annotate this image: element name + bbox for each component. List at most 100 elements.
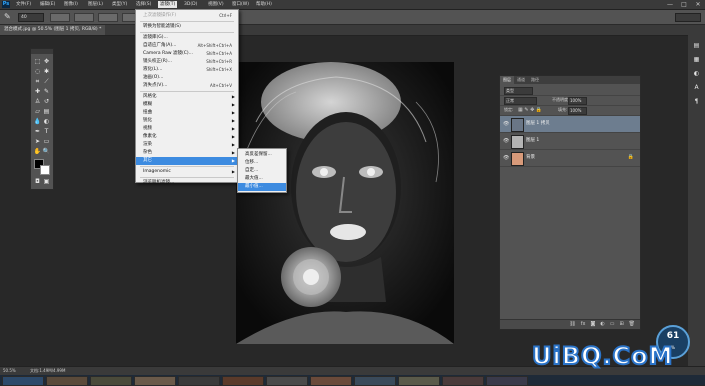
path-select-tool-icon[interactable]: ➤ [33, 137, 42, 146]
fill-input[interactable]: 100% [568, 107, 587, 115]
option-button[interactable] [74, 13, 94, 22]
menu-item[interactable]: 图像(I) [62, 1, 80, 8]
menu-item[interactable]: 选择(S) [134, 1, 153, 8]
blur-tool-icon[interactable]: 💧 [33, 117, 42, 126]
move-tool-icon[interactable]: ✥ [42, 57, 51, 66]
close-button[interactable]: ✕ [691, 0, 705, 9]
healing-tool-icon[interactable]: ✚ [33, 87, 42, 96]
pen-tool-icon[interactable]: ✒ [33, 127, 42, 136]
hand-tool-icon[interactable]: ✋ [33, 147, 42, 156]
filter-menu-item[interactable]: 模糊 ▶ [136, 101, 238, 109]
filter-menu-item[interactable]: 油画(O)... [136, 74, 238, 82]
background-color-swatch[interactable] [40, 165, 50, 175]
menu-item[interactable]: 3D(D) [182, 1, 199, 8]
menu-item[interactable]: 视图(V) [206, 1, 226, 8]
filter-menu-item[interactable]: 液化(L)... Shift+Ctrl+X [136, 66, 238, 74]
layer-row[interactable]: 👁 图层 1 拷贝 [500, 116, 640, 133]
layer-name[interactable]: 图层 1 [526, 137, 539, 145]
menu-item[interactable]: 文件(F) [14, 1, 33, 8]
blend-mode-select[interactable]: 正常 [504, 97, 537, 105]
tab-channels[interactable]: 通道 [514, 76, 528, 84]
quick-select-tool-icon[interactable]: ✱ [42, 67, 51, 76]
toolbox-header[interactable] [31, 49, 53, 54]
stamp-tool-icon[interactable]: ♙ [33, 97, 42, 106]
filter-menu-item[interactable]: 渲染 ▶ [136, 141, 238, 149]
menu-item[interactable]: 图层(L) [86, 1, 105, 8]
submenu-item[interactable]: 高反差保留... [238, 151, 286, 159]
filter-menu-item[interactable]: 锐化 ▶ [136, 117, 238, 125]
shape-tool-icon[interactable]: ▭ [42, 137, 51, 146]
filter-menu-item[interactable]: 转换为智能滤镜(S) [136, 23, 238, 31]
maximize-button[interactable]: □ [677, 0, 691, 9]
option-button[interactable] [50, 13, 70, 22]
history-brush-tool-icon[interactable]: ↺ [42, 97, 51, 106]
menu-item[interactable]: 类型(Y) [110, 1, 129, 8]
layer-thumbnail[interactable] [511, 118, 524, 132]
eyedropper-tool-icon[interactable]: ⟋ [42, 77, 51, 86]
tab-layers[interactable]: 图层 [500, 76, 514, 84]
layer-name[interactable]: 背景 [526, 154, 535, 162]
marquee-tool-icon[interactable]: ⬚ [33, 57, 42, 66]
filter-menu-item[interactable]: 自适应广角(A)... Alt+Shift+Ctrl+A [136, 42, 238, 50]
photoshop-logo[interactable]: Ps [2, 1, 10, 8]
filter-menu-item[interactable]: 杂色 ▶ [136, 149, 238, 157]
brush-size-select[interactable]: 40 [18, 13, 44, 22]
visibility-eye-icon[interactable]: 👁 [503, 138, 509, 144]
visibility-eye-icon[interactable]: 👁 [503, 121, 509, 127]
filter-menu-item[interactable]: Imagenomic ▶ [136, 168, 238, 176]
option-button[interactable] [98, 13, 118, 22]
history-panel-icon[interactable]: ▤ [692, 41, 701, 50]
adjustment-icon[interactable]: ◐ [600, 320, 604, 329]
filter-menu-item[interactable]: 滤镜库(G)... [136, 34, 238, 42]
lasso-tool-icon[interactable]: ◌ [33, 67, 42, 76]
type-tool-icon[interactable]: T [42, 127, 51, 136]
filter-menu-item[interactable]: 风格化 ▶ [136, 93, 238, 101]
zoom-tool-icon[interactable]: 🔍 [42, 147, 51, 156]
character-panel-icon[interactable]: A [692, 83, 701, 92]
menu-item[interactable]: 滤镜(T) [158, 1, 178, 8]
filter-menu-item[interactable]: 视频 ▶ [136, 125, 238, 133]
trash-icon[interactable]: 🗑 [629, 320, 635, 329]
menu-item[interactable]: 帮助(H) [254, 1, 274, 8]
quick-mask-icon[interactable]: ◘ [33, 177, 42, 186]
dodge-tool-icon[interactable]: ◐ [42, 117, 51, 126]
eraser-tool-icon[interactable]: ▱ [33, 107, 42, 116]
layer-thumbnail[interactable] [511, 152, 524, 166]
group-icon[interactable]: ▭ [610, 320, 615, 329]
filter-menu-item[interactable]: 上次滤镜操作(F) Ctrl+F [136, 12, 238, 20]
layer-row[interactable]: 👁 图层 1 [500, 133, 640, 150]
layer-row[interactable]: 👁 背景 🔒 [500, 150, 640, 167]
filter-menu-item[interactable]: 其它 ▶ [136, 157, 238, 165]
menu-item[interactable]: 编辑(E) [38, 1, 57, 8]
filter-menu-item[interactable]: 浏览联机滤镜... [136, 179, 238, 187]
tab-paths[interactable]: 路径 [528, 76, 542, 84]
mask-icon[interactable]: ◙ [590, 320, 595, 329]
gradient-tool-icon[interactable]: ▤ [42, 107, 51, 116]
submenu-item[interactable]: 最小值... [238, 183, 286, 191]
visibility-eye-icon[interactable]: 👁 [503, 155, 509, 161]
crop-tool-icon[interactable]: ⌗ [33, 77, 42, 86]
minimize-button[interactable]: — [663, 0, 677, 9]
filter-menu-item[interactable]: 扭曲 ▶ [136, 109, 238, 117]
paragraph-panel-icon[interactable]: ¶ [692, 97, 701, 106]
new-layer-icon[interactable]: ⊞ [619, 320, 623, 329]
layer-thumbnail[interactable] [511, 135, 524, 149]
submenu-item[interactable]: 自定... [238, 167, 286, 175]
filter-menu-item[interactable]: 镜头校正(R)... Shift+Ctrl+R [136, 58, 238, 66]
lock-icons[interactable]: ▦ ✎ ✥ 🔒 [518, 106, 542, 114]
layer-name[interactable]: 图层 1 拷贝 [526, 120, 550, 128]
brush-tool-icon[interactable]: ✎ [42, 87, 51, 96]
workspace-select[interactable] [675, 13, 701, 22]
filter-menu-item[interactable]: 像素化 ▶ [136, 133, 238, 141]
screen-mode-icon[interactable]: ▣ [42, 177, 51, 186]
adjustments-panel-icon[interactable]: ◐ [692, 69, 701, 78]
link-icon[interactable]: ⛓ [569, 320, 575, 329]
properties-panel-icon[interactable]: ▦ [692, 55, 701, 64]
kind-filter-select[interactable]: 类型 [504, 87, 533, 95]
opacity-input[interactable]: 100% [568, 97, 587, 105]
document-canvas[interactable] [236, 62, 454, 344]
fx-icon[interactable]: fx [581, 320, 586, 329]
filter-menu-item[interactable]: Camera Raw 滤镜(C)... Shift+Ctrl+A [136, 50, 238, 58]
document-tab[interactable]: 混合模式.jpg @ 50.5% (图层 1 拷贝, RGB/8) * [0, 25, 106, 35]
submenu-item[interactable]: 最大值... [238, 175, 286, 183]
